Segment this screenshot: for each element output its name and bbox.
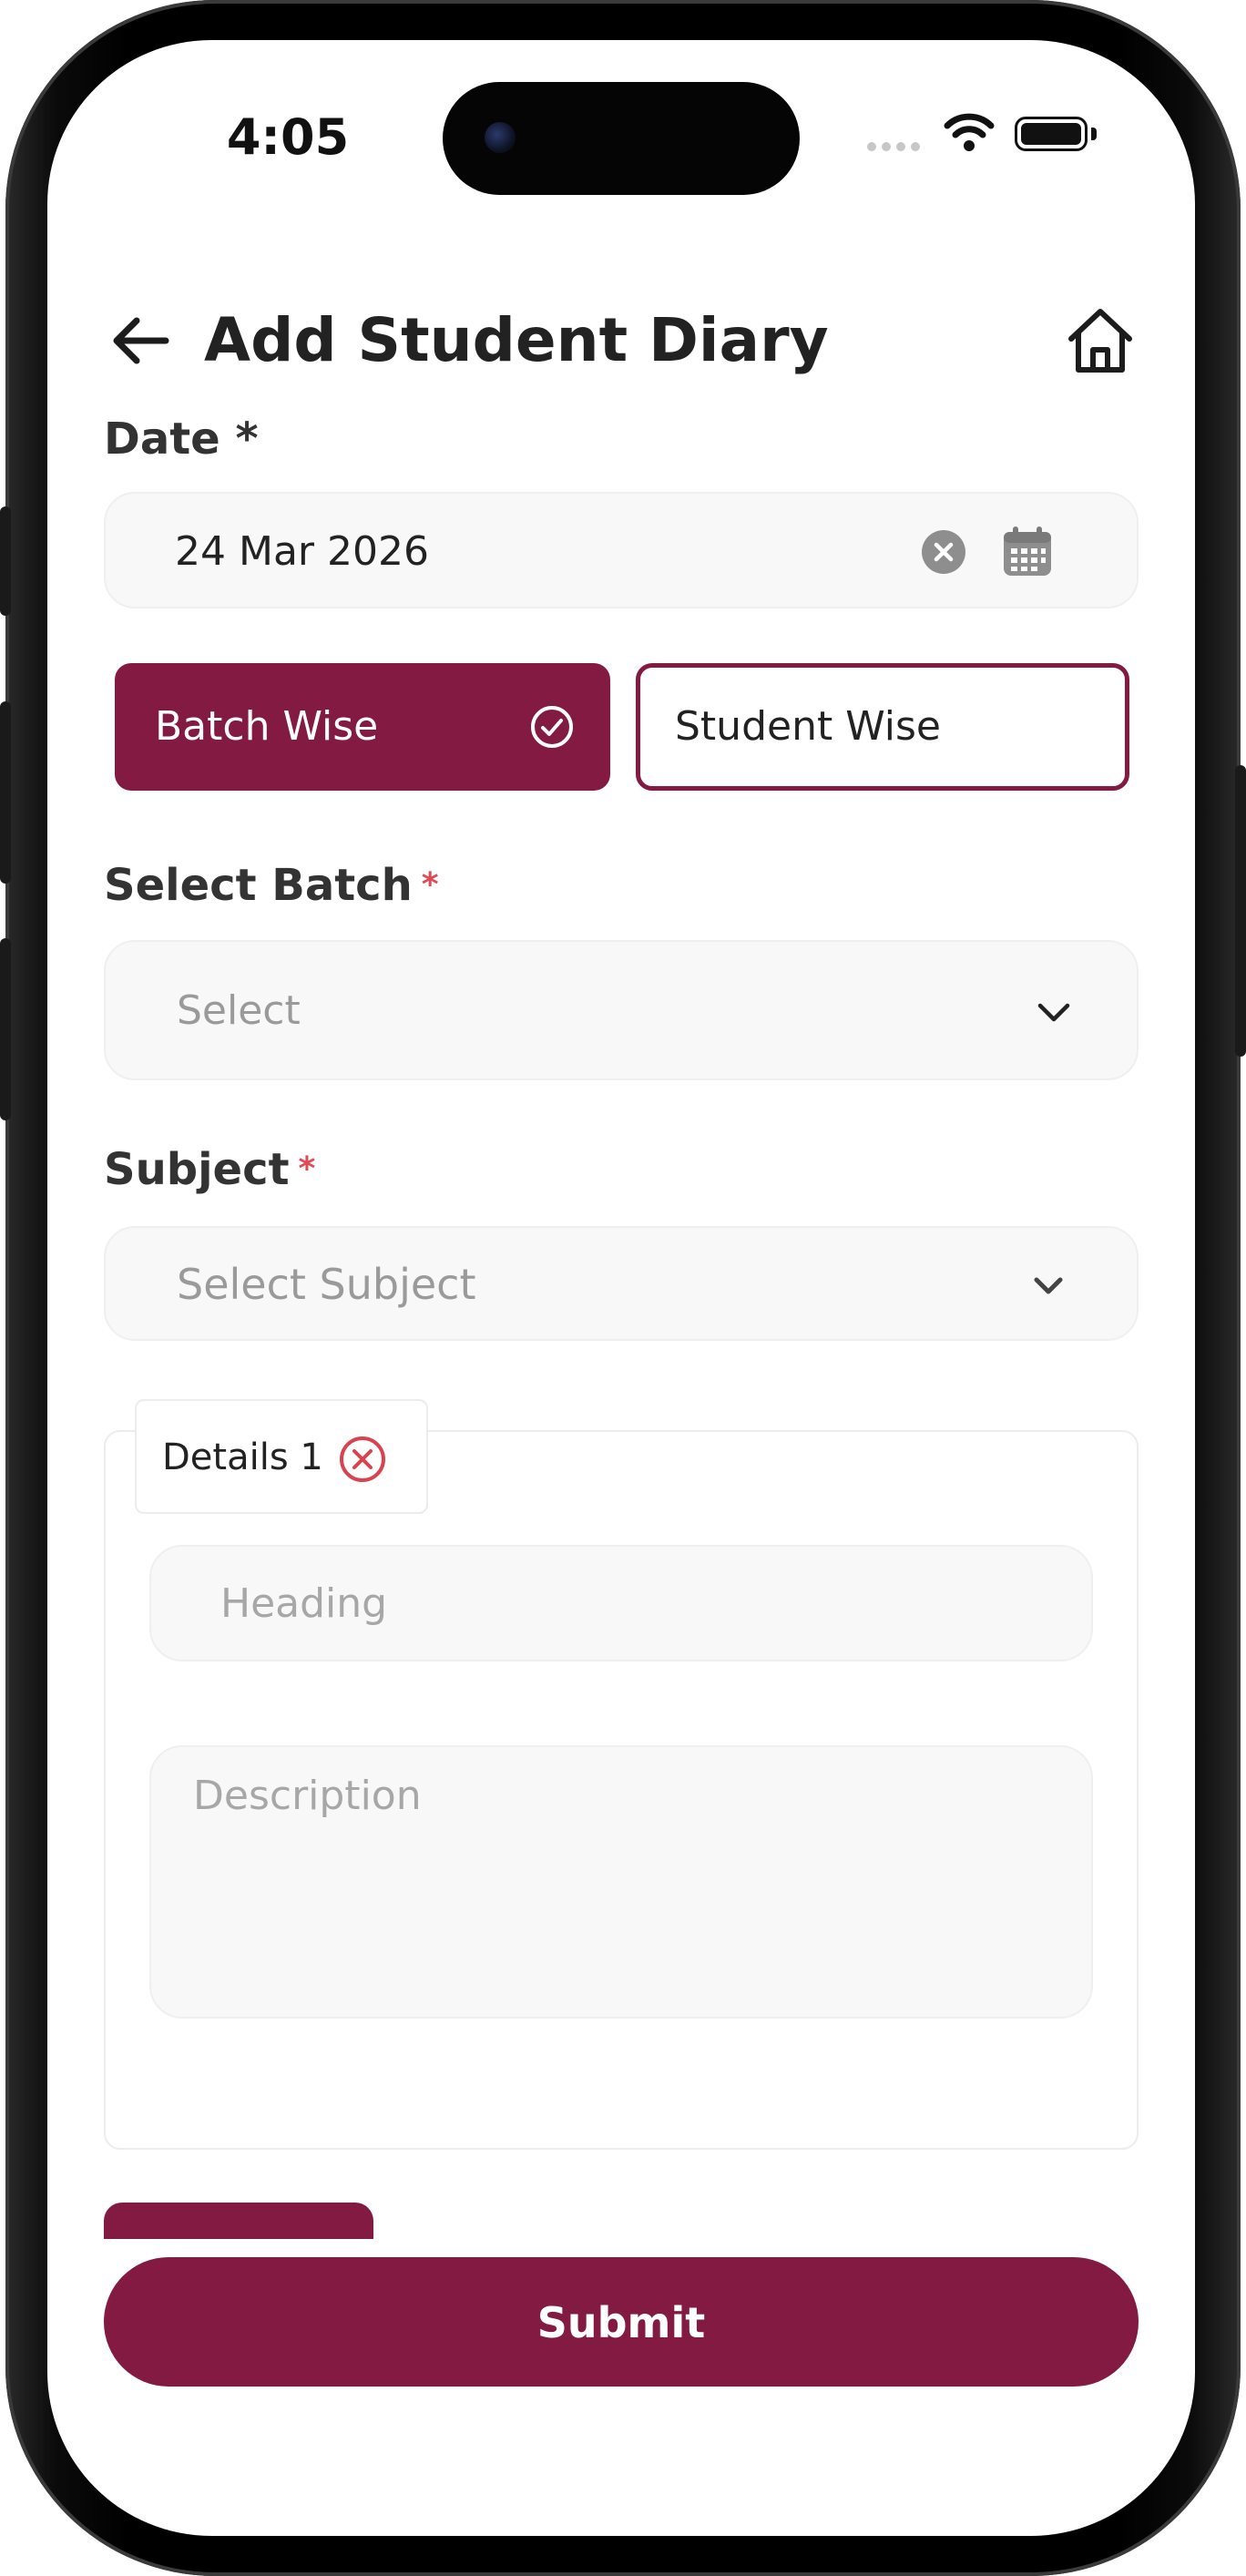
add-details-button[interactable]	[104, 2203, 373, 2239]
remove-circle-icon[interactable]	[337, 1434, 388, 1485]
cellular-signal-icon	[867, 142, 920, 151]
student-wise-toggle[interactable]: Student Wise	[636, 663, 1129, 791]
batch-wise-toggle[interactable]: Batch Wise	[115, 663, 610, 791]
submit-button[interactable]: Submit	[104, 2257, 1139, 2387]
description-input[interactable]	[149, 1745, 1093, 2019]
select-batch-label-text: Select Batch	[104, 860, 413, 911]
status-time: 4:05	[226, 108, 350, 166]
batch-dropdown-placeholder: Select	[177, 987, 301, 1034]
volume-down-button	[0, 938, 11, 1120]
subject-dropdown-placeholder: Select Subject	[177, 1260, 476, 1309]
date-value: 24 Mar 2026	[175, 528, 429, 575]
clear-icon[interactable]	[920, 528, 967, 576]
chevron-down-icon	[1034, 1277, 1063, 1294]
select-batch-label: Select Batch *	[104, 858, 439, 913]
power-button	[1235, 765, 1246, 1057]
check-circle-icon	[531, 706, 573, 748]
subject-label-text: Subject	[104, 1144, 290, 1195]
dynamic-island	[443, 82, 800, 195]
calendar-icon[interactable]	[1000, 525, 1055, 579]
batch-dropdown[interactable]: Select	[104, 940, 1139, 1080]
details-tab-label: Details 1	[162, 1436, 323, 1478]
front-camera-icon	[485, 122, 516, 153]
chevron-down-icon	[1037, 1003, 1070, 1022]
heading-input[interactable]	[149, 1545, 1093, 1661]
date-field[interactable]: 24 Mar 2026	[104, 492, 1139, 608]
submit-label: Submit	[536, 2298, 706, 2347]
required-mark: *	[298, 1150, 316, 1188]
volume-up-button	[0, 701, 11, 884]
arrow-left-icon[interactable]	[106, 304, 179, 377]
page-title: Add Student Diary	[204, 305, 829, 375]
required-mark: *	[421, 866, 439, 904]
subject-label: Subject *	[104, 1142, 315, 1197]
app-bar: Add Student Diary	[47, 286, 1195, 395]
home-icon[interactable]	[1062, 302, 1139, 379]
battery-cap	[1091, 128, 1097, 140]
action-button	[0, 506, 11, 616]
screen: 4:05 Add Student Diary Date * 24 Mar 202…	[47, 40, 1195, 2536]
details-tab: Details 1	[135, 1399, 428, 1514]
batch-wise-label: Batch Wise	[155, 703, 379, 750]
wifi-icon	[944, 113, 995, 151]
date-label: Date *	[104, 414, 259, 465]
subject-dropdown[interactable]: Select Subject	[104, 1226, 1139, 1341]
battery-icon	[1015, 117, 1088, 151]
student-wise-label: Student Wise	[675, 703, 941, 750]
